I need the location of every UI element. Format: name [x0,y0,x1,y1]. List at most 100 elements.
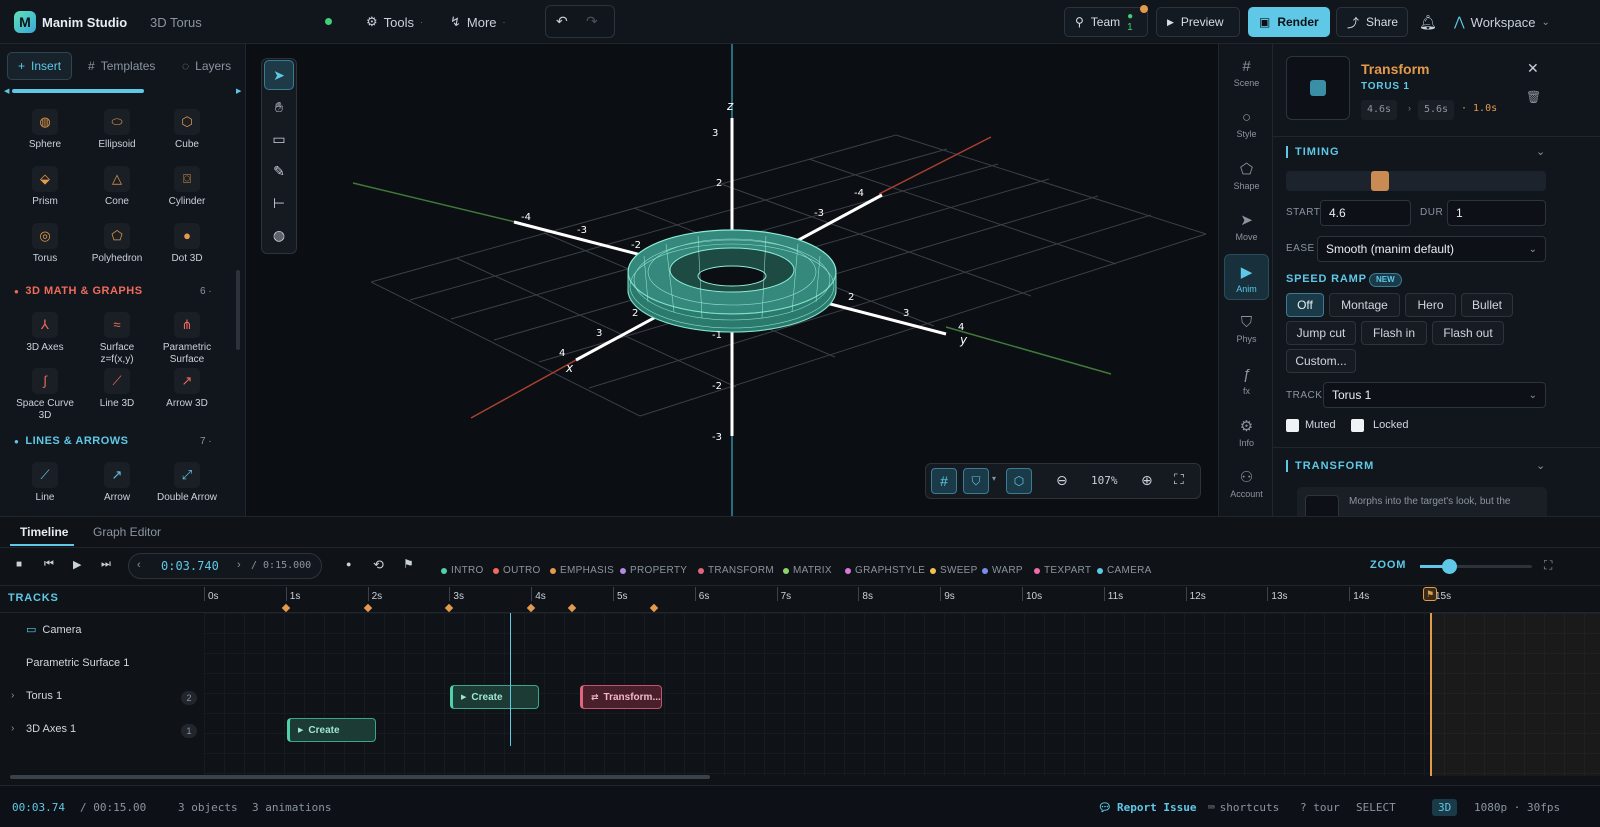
app-brand[interactable]: M Manim Studio [14,0,127,44]
chevron-down-icon[interactable]: ⌄ [1536,459,1545,472]
zoom-out-icon[interactable]: ⊖ [1056,472,1068,489]
scroll-left-icon[interactable]: ◀ [4,87,9,95]
tool-dot-3d[interactable]: ● Dot 3D [152,223,222,265]
tab-insert[interactable]: + Insert [7,52,72,80]
tool-space-curve[interactable]: ∫ Space Curve 3D [10,368,80,422]
locked-checkbox[interactable] [1351,419,1364,432]
tab-templates[interactable]: # Templates [88,52,155,80]
ramp-bullet[interactable]: Bullet [1461,293,1513,317]
tool-sphere[interactable]: ◍ Sphere [10,109,80,151]
zoom-slider[interactable] [1420,559,1532,574]
section-lines-arrows[interactable]: ● LINES & ARROWS [14,435,129,447]
flag-icon[interactable]: ⚑ [403,557,414,571]
tool-surface[interactable]: ≈ Surface z=f(x,y) [82,312,152,366]
keyframe-marker[interactable] [281,603,291,613]
scroll-right-icon[interactable]: ▶ [236,87,241,95]
rail-info[interactable]: ⚙ Info [1224,417,1269,448]
status-format[interactable]: 1080p · 30fps [1474,786,1560,827]
skip-back-icon[interactable]: ⏮︎ [44,558,54,571]
category-graphstyle[interactable]: GRAPHSTYLE [845,565,925,576]
rail-shape[interactable]: ⬠ Shape [1224,160,1269,191]
tool-line-3d[interactable]: ⟋ Line 3D [82,368,152,410]
preview-button[interactable]: ▶ Preview [1156,7,1240,37]
3d-view-icon[interactable]: ⬡ [1006,468,1032,494]
dur-input[interactable]: 1 [1447,200,1546,226]
rail-move[interactable]: ➤ Move [1224,211,1269,242]
keyframe-marker[interactable] [567,603,577,613]
zoom-slider-thumb[interactable] [1442,559,1457,574]
ramp-flash-out[interactable]: Flash out [1432,321,1504,345]
trash-icon[interactable]: 🗑︎ [1526,90,1541,104]
keyframe-marker[interactable] [363,603,372,613]
chevron-down-icon[interactable]: ⌄ [1536,145,1545,158]
tool-3d-axes[interactable]: ⅄ 3D Axes [10,312,80,354]
panel-scrollbar[interactable] [236,270,240,350]
ramp-jump-cut[interactable]: Jump cut [1286,321,1356,345]
pan-hand-icon[interactable]: ✋︎ [264,92,294,122]
category-warp[interactable]: WARP [982,565,1023,576]
category-texpart[interactable]: TEXPART [1034,565,1091,576]
camera-icon[interactable]: ▭ [264,124,294,154]
category-matrix[interactable]: MATRIX [783,565,832,576]
keyframe-marker[interactable] [649,603,659,613]
track-camera[interactable]: ▭ Camera [26,623,82,637]
timeline-scrollbar[interactable] [10,775,710,779]
grid-toggle-icon[interactable]: # [931,468,957,494]
zoom-in-icon[interactable]: ⊕ [1141,472,1153,489]
rail-anim[interactable]: ▶ Anim [1224,254,1269,300]
pencil-icon[interactable]: ✎ [264,156,294,186]
clip-torus-create[interactable]: ▶ Create [450,685,539,709]
ruler-icon[interactable]: ⊢ [264,188,294,218]
bell-icon[interactable]: 🔔︎ [1419,0,1437,44]
category-outro[interactable]: OUTRO [493,565,541,576]
skip-forward-icon[interactable]: ⏭︎ [101,558,111,571]
viewport-3d[interactable]: z y x 3 2 -2 -3 -4 -3 -2 2 3 4 -3 -4 2 3 4 -1 ➤ ✋… [246,44,1218,516]
close-icon[interactable]: ✕ [1527,60,1539,77]
time-display[interactable]: ‹ 0:03.740 › / 0:15.000 [128,553,322,579]
play-icon[interactable]: ▶ [73,558,81,571]
tool-cube[interactable]: ⬡ Cube [152,109,222,151]
stop-icon[interactable]: ■ [16,559,22,570]
render-button[interactable]: ▣ Render [1248,7,1330,37]
keyframe-marker[interactable] [526,603,536,613]
track-3d-axes[interactable]: 3D Axes 1 [26,723,76,735]
dimension-badge[interactable]: 3D [1432,799,1458,816]
next-frame-icon[interactable]: › [237,559,241,571]
tool-parametric-surface[interactable]: ⋔ Parametric Surface [152,312,222,366]
tool-line[interactable]: ⟋ Line [10,462,80,504]
tour-link[interactable]: ? tour [1300,786,1340,827]
transform-section-title[interactable]: TRANSFORM [1286,460,1374,472]
project-name[interactable]: 3D Torus [150,0,202,44]
globe-icon[interactable]: ◍ [264,220,294,250]
expand-chevron-icon[interactable]: › [11,690,14,701]
track-area[interactable] [204,613,1600,776]
undo-icon[interactable]: ↶ [556,13,568,30]
chevron-down-icon[interactable]: ▾ [992,474,996,483]
tools-menu[interactable]: ⚙ Tools · [366,0,423,44]
end-flag-icon[interactable]: ⚑ [1423,587,1437,601]
category-emphasis[interactable]: EMPHASIS [550,565,614,576]
tool-arrow-3d[interactable]: ↗ Arrow 3D [152,368,222,410]
timing-slider[interactable] [1286,171,1546,191]
rail-account[interactable]: ⚇ Account [1224,468,1269,499]
muted-checkbox[interactable] [1286,419,1299,432]
timing-slider-thumb[interactable] [1371,171,1389,191]
start-input[interactable]: 4.6 [1320,200,1411,226]
ramp-flash-in[interactable]: Flash in [1361,321,1427,345]
report-issue-link[interactable]: 💬︎ Report Issue [1098,786,1196,827]
select-tool-icon[interactable]: ➤ [264,60,294,90]
rail-phys[interactable]: ⛉ Phys [1224,314,1269,344]
ramp-montage[interactable]: Montage [1329,293,1400,317]
tool-cylinder[interactable]: ⌼ Cylinder [152,166,222,208]
keyframe-marker[interactable] [445,603,454,613]
clip-torus-transform[interactable]: ⇄ Transform... [580,685,662,709]
section-3d-math[interactable]: ● 3D MATH & GRAPHS [14,285,143,297]
magnet-icon[interactable]: ⛉ [963,468,989,494]
tool-torus[interactable]: ◎ Torus [10,223,80,265]
playhead[interactable] [510,613,511,746]
tool-prism[interactable]: ⬙ Prism [10,166,80,208]
rail-scene[interactable]: # Scene [1224,58,1269,88]
category-camera[interactable]: CAMERA [1097,565,1152,576]
more-menu[interactable]: ↯ More · [450,0,506,44]
rail-style[interactable]: ○ Style [1224,109,1269,139]
